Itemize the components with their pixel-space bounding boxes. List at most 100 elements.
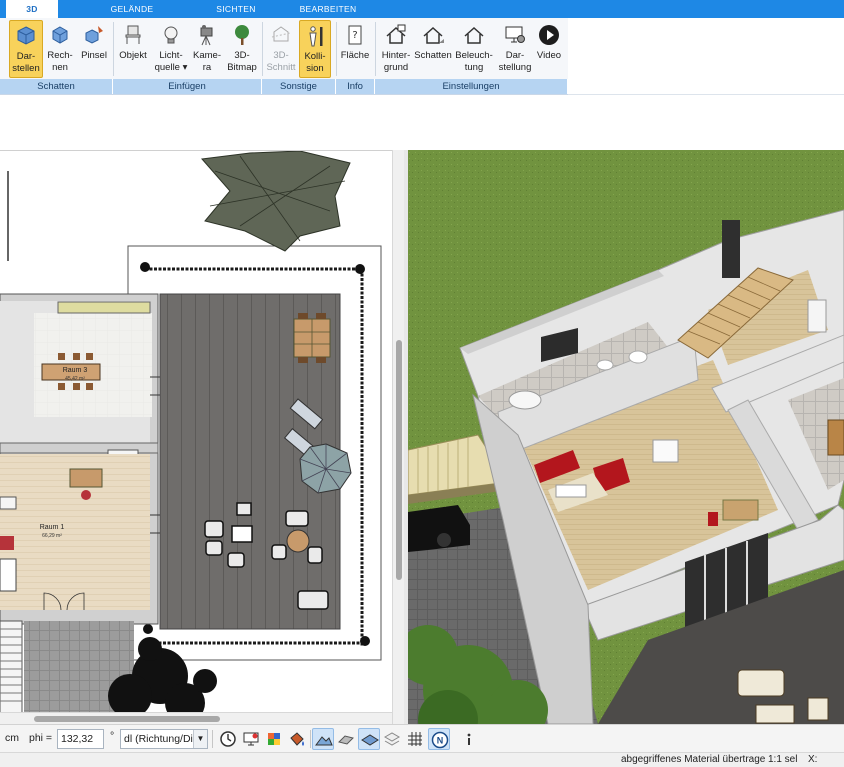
status-bar: abgegriffenes Material übertrage 1:1 sel… <box>0 752 844 767</box>
coffee-table <box>555 484 587 498</box>
floor-plan-view[interactable]: Raum 3 45,42 m² Raum 1 66,29 m² <box>0 150 392 712</box>
monitor-export-icon <box>243 732 259 746</box>
pinsel-button[interactable]: Pinsel <box>78 20 110 78</box>
chair-icon <box>125 25 141 44</box>
schnitt-3d-button[interactable]: 3D- Schnitt <box>264 20 298 78</box>
cube-brush-icon <box>85 26 103 44</box>
svg-text:?: ? <box>352 30 357 41</box>
section-cut-icon <box>271 26 291 42</box>
hedge-post <box>140 262 150 272</box>
parasol <box>299 443 352 494</box>
kitchen-counter <box>57 301 151 314</box>
status-scale: 1:1 sel <box>768 754 798 765</box>
plan-vertical-scrollbar[interactable] <box>392 150 404 724</box>
kamera-button[interactable]: Kame- ra <box>191 20 223 78</box>
sofa-table <box>0 558 17 592</box>
group-label-einfuegen: Einfügen <box>113 79 262 94</box>
phi-input[interactable] <box>57 729 104 749</box>
tab-sichten[interactable]: SICHTEN <box>204 0 268 18</box>
rechnen-button[interactable]: Rech- nen <box>44 20 76 78</box>
beleuchtung-button[interactable]: Beleuch- tung <box>454 20 494 78</box>
layers-icon <box>383 732 401 746</box>
house-shadow-icon <box>423 26 444 44</box>
darstellung-button[interactable]: Dar- stellung <box>495 20 535 78</box>
objekt-button[interactable]: Objekt <box>116 20 150 78</box>
car <box>408 505 470 552</box>
grid-icon <box>408 732 422 746</box>
video-play-icon <box>539 25 559 45</box>
floor-plan-drawing[interactable]: Raum 3 45,42 m² Raum 1 66,29 m² <box>0 151 392 712</box>
tab-gelaende[interactable]: GELÄNDE <box>98 0 166 18</box>
hedge-post <box>355 264 365 274</box>
cube-render-icon <box>17 26 35 45</box>
paint-bucket-icon <box>290 732 304 746</box>
bathtub <box>508 390 542 410</box>
phi-label: phi = <box>29 732 53 744</box>
material-pick-button[interactable] <box>263 728 285 750</box>
lightbulb-icon <box>164 26 178 44</box>
group-label-einstellungen: Einstellungen <box>375 79 568 94</box>
north-compass-button[interactable]: N <box>428 728 450 750</box>
house-light-icon <box>464 26 484 44</box>
room-1-area: 66,29 m² <box>42 533 62 539</box>
grid-button[interactable] <box>404 728 426 750</box>
hintergrund-button[interactable]: Hinter- grund <box>378 20 414 78</box>
direction-select[interactable]: dl (Richtung/Di ▼ <box>120 729 208 749</box>
flaeche-button[interactable]: ? Fläche <box>338 20 372 78</box>
video-button[interactable]: Video <box>534 20 564 78</box>
round-garden-table <box>286 529 310 553</box>
clock-icon <box>220 731 236 747</box>
compass-icon: N <box>431 731 449 749</box>
layers-button[interactable] <box>381 728 403 750</box>
sink <box>596 359 614 371</box>
desk-chair-3d <box>708 512 718 526</box>
dining-table-3d <box>827 419 844 456</box>
chimney <box>722 220 740 278</box>
walls-view-button[interactable] <box>335 728 357 750</box>
clock-button[interactable] <box>217 728 239 750</box>
schatten-button[interactable]: Schatten <box>414 20 452 78</box>
tab-bearbeiten[interactable]: BEARBEITEN <box>290 0 366 18</box>
desk-3d <box>722 499 759 521</box>
person-collision-icon <box>309 26 323 47</box>
floor-plane-icon <box>361 734 379 746</box>
terrain-icon <box>315 736 333 746</box>
floor-view-button[interactable] <box>358 728 380 750</box>
svg-text:N: N <box>437 736 444 746</box>
desk <box>69 468 103 488</box>
status-message: abgegriffenes Material übertrage <box>621 754 766 765</box>
kollision-button[interactable]: Kolli- sion <box>299 20 331 78</box>
monitor-settings-icon <box>505 26 525 43</box>
ribbon-tab-bar: 3D GELÄNDE SICHTEN BEARBEITEN <box>0 0 844 18</box>
camera-icon <box>200 25 213 46</box>
cube-compute-icon <box>52 26 68 44</box>
room-1-name: Raum 1 <box>40 524 65 531</box>
dropdown-arrow-icon: ▾ <box>179 62 188 73</box>
chevron-down-icon: ▼ <box>193 730 207 748</box>
plan-horizontal-scrollbar[interactable] <box>0 712 392 724</box>
tab-3d[interactable]: 3D <box>6 0 58 18</box>
house-background-icon <box>386 24 406 44</box>
material-transfer-button[interactable] <box>286 728 308 750</box>
3d-view[interactable] <box>408 150 844 724</box>
area-info-icon: ? <box>348 25 362 45</box>
room-3-name: Raum 3 <box>63 367 88 374</box>
group-label-sonstige: Sonstige <box>262 79 336 94</box>
tree-icon <box>235 25 249 45</box>
darstellen-button[interactable]: Dar- stellen <box>9 20 43 78</box>
tree-symbol-top <box>201 151 351 252</box>
info-icon <box>467 733 471 745</box>
outdoor-steps <box>0 620 23 712</box>
group-label-schatten: Schatten <box>0 79 113 94</box>
plan-horizontal-scroll-thumb[interactable] <box>34 716 220 722</box>
info-button[interactable] <box>458 728 480 750</box>
plan-vertical-scroll-thumb[interactable] <box>396 340 402 580</box>
terrain-view-button[interactable] <box>312 728 334 750</box>
room-3-area: 45,42 m² <box>65 376 85 382</box>
3d-render[interactable] <box>408 150 844 724</box>
degree-label: ° <box>110 730 115 742</box>
lichtquelle-button[interactable]: Licht- quelle ▾ <box>153 20 189 78</box>
screen-export-button[interactable] <box>240 728 262 750</box>
group-label-info: Info <box>336 79 375 94</box>
bitmap-3d-button[interactable]: 3D- Bitmap <box>224 20 260 78</box>
